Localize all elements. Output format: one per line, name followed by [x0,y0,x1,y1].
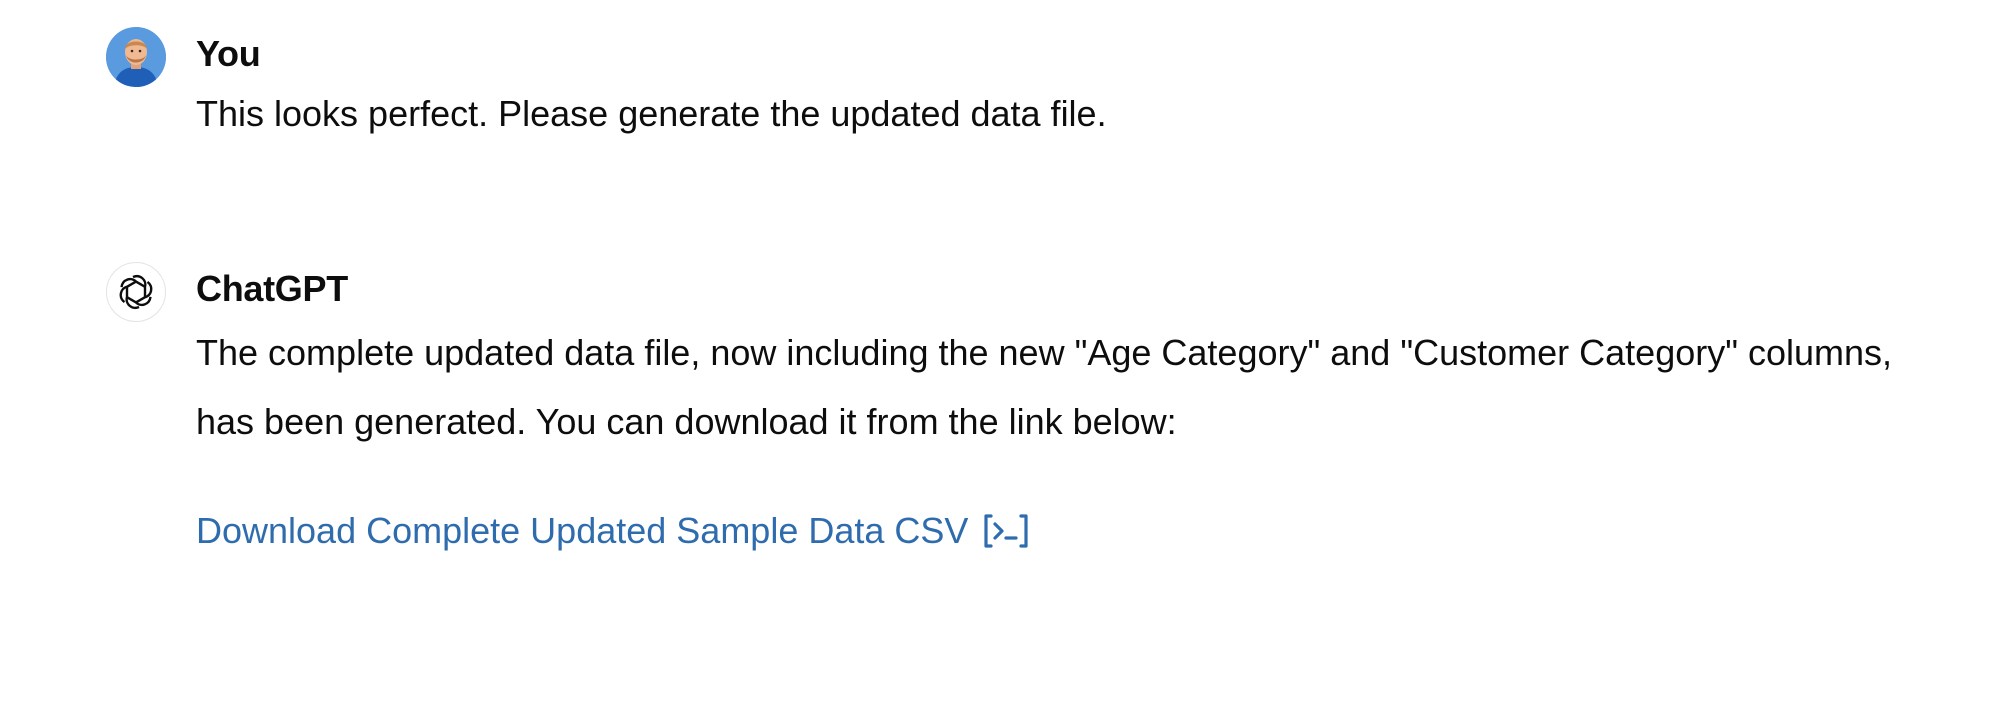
user-message-text: This looks perfect. Please generate the … [196,93,1107,134]
chat-thread: You This looks perfect. Please generate … [0,0,2000,721]
assistant-message: ChatGPT The complete updated data file, … [106,262,1940,556]
openai-logo-icon [119,275,153,309]
chatgpt-avatar [106,262,166,322]
user-author-name: You [196,33,261,74]
assistant-message-content: ChatGPT The complete updated data file, … [196,262,1940,556]
download-csv-link[interactable]: Download Complete Updated Sample Data CS… [196,506,1030,556]
user-message-content: You This looks perfect. Please generate … [196,27,1940,142]
download-link-label: Download Complete Updated Sample Data CS… [196,510,969,551]
code-interpreter-icon [984,514,1029,548]
assistant-message-text: The complete updated data file, now incl… [196,332,1893,442]
user-message: You This looks perfect. Please generate … [106,27,1940,142]
user-avatar [106,27,166,87]
user-photo-icon [106,27,166,87]
assistant-author-name: ChatGPT [196,268,348,309]
